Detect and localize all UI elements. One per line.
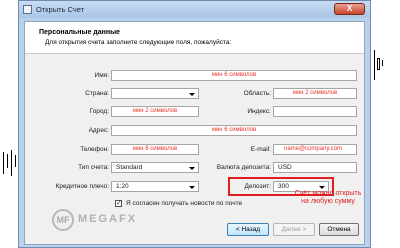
deposit-note-line1: Счёт можно открыть: [294, 190, 362, 197]
deposit-note: Счёт можно открыть на любую сумму: [283, 190, 373, 206]
chevron-down-icon: [189, 93, 195, 96]
currency-field: USD: [273, 162, 357, 173]
email-hint: name@company.com: [284, 146, 343, 152]
country-label: Страна:: [85, 90, 109, 97]
back-button[interactable]: < Назад: [227, 223, 269, 236]
name-field[interactable]: мин 6 символов: [111, 70, 357, 81]
section-subtitle: Для открытия счета заполните следующие п…: [45, 39, 232, 46]
phone-hint: мин 6 символов: [132, 146, 178, 152]
country-select[interactable]: [111, 88, 199, 99]
section-title: Персональные данные: [39, 29, 120, 36]
logo-mark: MF: [52, 209, 74, 231]
chart-fragment-right: [372, 50, 392, 90]
checkmark-icon: ✓: [116, 200, 122, 207]
region-field[interactable]: мин 2 символов: [273, 88, 357, 99]
dialog-body: Персональные данные Для открытия счета з…: [24, 21, 365, 245]
account-type-value: Standard: [116, 164, 143, 171]
newsletter-checkbox[interactable]: ✓: [115, 200, 122, 207]
address-field[interactable]: мин 6 символов: [111, 125, 357, 136]
city-label: Город:: [89, 108, 109, 115]
name-label: Имя:: [94, 72, 109, 79]
leverage-value: 1:20: [116, 183, 129, 190]
screenshot: Открыть Счет X Персональные данные Для о…: [0, 0, 400, 248]
phone-field[interactable]: мин 6 символов: [111, 144, 199, 155]
window-title: Открыть Счет: [36, 5, 85, 14]
cancel-button[interactable]: Отмена: [319, 223, 359, 236]
zip-field[interactable]: [273, 106, 357, 117]
currency-value: USD: [278, 164, 292, 171]
email-label: E-mail:: [250, 146, 271, 153]
zip-label: Индекс:: [247, 108, 271, 115]
address-hint: мин 6 символов: [211, 127, 257, 133]
chevron-down-icon: [189, 167, 195, 170]
logo-text: MEGAFX: [78, 213, 138, 225]
region-hint: мин 2 символов: [292, 90, 338, 96]
deposit-note-line2: на любую сумму: [301, 198, 355, 205]
address-label: Адрес:: [88, 127, 109, 134]
close-button[interactable]: X: [334, 3, 365, 15]
leverage-label: Кредитное плечо:: [55, 183, 109, 190]
app-icon: [23, 5, 32, 14]
title-bar[interactable]: Открыть Счет X: [19, 1, 370, 18]
phone-label: Телефон:: [80, 146, 109, 153]
open-account-dialog: Открыть Счет X Персональные данные Для о…: [18, 0, 371, 248]
city-hint: мин 2 символов: [132, 108, 178, 114]
chart-fragment-left: [0, 150, 20, 180]
dialog-header: Персональные данные Для открытия счета з…: [25, 22, 364, 54]
city-field[interactable]: мин 2 символов: [111, 106, 199, 117]
currency-label: Валюта депозита:: [216, 164, 271, 171]
chevron-down-icon: [189, 186, 195, 189]
name-hint: мин 6 символов: [211, 72, 257, 78]
leverage-select[interactable]: 1:20: [111, 181, 199, 192]
region-label: Область:: [243, 90, 271, 97]
email-field[interactable]: name@company.com: [273, 144, 357, 155]
account-type-select[interactable]: Standard: [111, 162, 199, 173]
newsletter-label: Я согласен получать новости по почте: [126, 200, 243, 207]
account-type-label: Тип счета:: [78, 164, 109, 171]
next-button[interactable]: Далее >: [273, 223, 315, 236]
